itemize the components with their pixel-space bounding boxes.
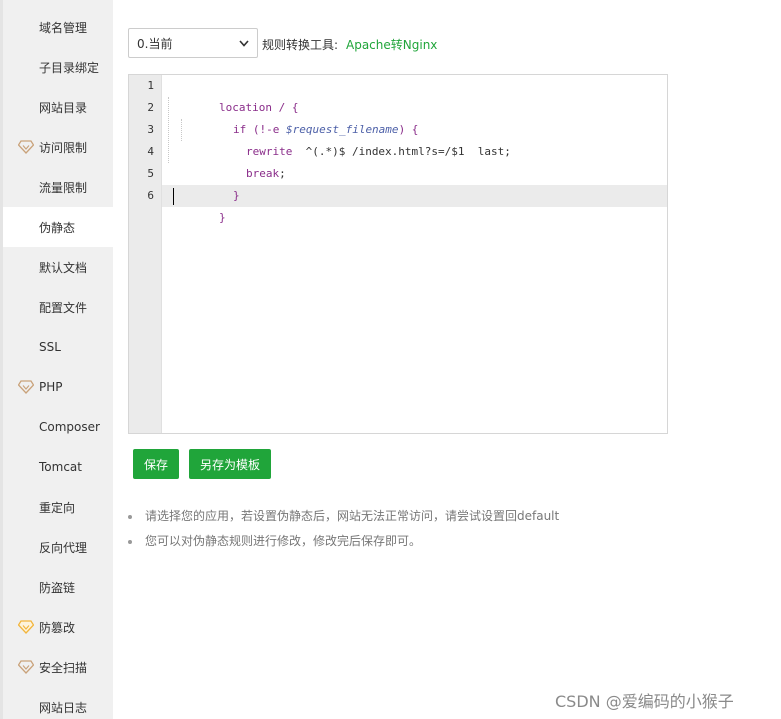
bullet-icon [128, 515, 132, 519]
tip-text: 您可以对伪静态规则进行修改，修改完后保存即可。 [145, 534, 422, 548]
code-token: ; [279, 167, 286, 180]
rewrite-code-editor[interactable]: 1 2 3 4 5 6 location / { if (!-e $reques… [128, 74, 668, 434]
code-token: } [232, 189, 240, 202]
vip-diamond-icon [18, 660, 34, 674]
sidebar-item-config-file[interactable]: 配置文件 [3, 287, 113, 327]
sidebar-item-label: 网站日志 [39, 700, 88, 715]
sidebar-item-label: 防盗链 [39, 580, 76, 595]
code-token: break [245, 167, 280, 180]
sidebar-item-access-limit[interactable]: 访问限制 [3, 127, 113, 167]
chevron-down-icon [239, 40, 249, 47]
sidebar-item-composer[interactable]: Composer [3, 407, 113, 447]
code-line: break; [193, 141, 286, 180]
sidebar-item-label: SSL [39, 340, 61, 354]
rewrite-version-select[interactable]: 0.当前 [128, 28, 258, 58]
sidebar-item-php[interactable]: PHP [3, 367, 113, 407]
code-line: if (!-e $request_filename) { [180, 97, 418, 136]
line-number: 6 [147, 189, 154, 202]
text-cursor [173, 188, 174, 205]
code-line: } [180, 163, 240, 202]
list-item: 您可以对伪静态规则进行修改，修改完后保存即可。 [128, 533, 559, 558]
sidebar-item-redirect[interactable]: 重定向 [3, 487, 113, 527]
line-number: 1 [147, 79, 154, 92]
save-as-template-button[interactable]: 另存为模板 [189, 449, 271, 479]
sidebar-item-subdirectory-binding[interactable]: 子目录绑定 [3, 47, 113, 87]
sidebar-item-label: 默认文档 [39, 260, 88, 275]
site-settings-sidebar: 域名管理 子目录绑定 网站目录 访问限制 流量限制 伪静态 默认文档 配置文件 … [3, 0, 113, 719]
sidebar-item-tomcat[interactable]: Tomcat [3, 447, 113, 487]
code-token: } [218, 211, 226, 224]
sidebar-item-label: 访问限制 [39, 140, 88, 155]
sidebar-item-label: 网站目录 [39, 100, 88, 115]
sidebar-item-label: 反向代理 [39, 540, 88, 555]
sidebar-item-label: 安全扫描 [39, 660, 88, 675]
line-number: 4 [147, 145, 154, 158]
sidebar-item-label: 防篡改 [39, 620, 76, 635]
code-token: ^(.*)$ /index.html?s=/$1 last; [292, 145, 511, 158]
csdn-watermark: CSDN @爱编码的小猴子 [555, 692, 734, 711]
rewrite-panel: 0.当前 规则转换工具: Apache转Nginx 1 2 3 4 5 6 lo… [113, 0, 781, 719]
sidebar-item-ssl[interactable]: SSL [3, 327, 113, 367]
apache-to-nginx-link[interactable]: Apache转Nginx [346, 36, 437, 53]
sidebar-item-label: Composer [39, 420, 100, 434]
bullet-icon [128, 540, 132, 544]
sidebar-item-label: 子目录绑定 [39, 60, 100, 75]
sidebar-item-label: 域名管理 [39, 20, 88, 35]
vip-diamond-icon [18, 140, 34, 154]
sidebar-item-hotlink-protection[interactable]: 防盗链 [3, 567, 113, 607]
sidebar-item-label: 重定向 [39, 500, 76, 515]
sidebar-item-site-log[interactable]: 网站日志 [3, 687, 113, 719]
code-line: location / { [166, 75, 298, 114]
sidebar-item-reverse-proxy[interactable]: 反向代理 [3, 527, 113, 567]
save-button[interactable]: 保存 [133, 449, 179, 479]
sidebar-item-traffic-limit[interactable]: 流量限制 [3, 167, 113, 207]
line-number: 2 [147, 101, 154, 114]
pro-diamond-icon [18, 620, 34, 634]
sidebar-item-rewrite[interactable]: 伪静态 [3, 207, 113, 247]
code-line: rewrite ^(.*)$ /index.html?s=/$1 last; [193, 119, 511, 158]
vip-diamond-icon [18, 380, 34, 394]
code-line: } [166, 185, 226, 224]
tips-list: 请选择您的应用，若设置伪静态后，网站无法正常访问，请尝试设置回default 您… [128, 508, 559, 558]
sidebar-item-label: 流量限制 [39, 180, 88, 195]
rule-convert-label: 规则转换工具: [262, 38, 339, 52]
list-item: 请选择您的应用，若设置伪静态后，网站无法正常访问，请尝试设置回default [128, 508, 559, 533]
select-value: 0.当前 [137, 36, 173, 51]
line-number: 3 [147, 123, 154, 136]
tip-text: 请选择您的应用，若设置伪静态后，网站无法正常访问，请尝试设置回default [145, 509, 560, 523]
sidebar-item-security-scan[interactable]: 安全扫描 [3, 647, 113, 687]
sidebar-item-label: Tomcat [39, 460, 82, 474]
sidebar-item-site-directory[interactable]: 网站目录 [3, 87, 113, 127]
line-number-gutter: 1 2 3 4 5 6 [129, 75, 162, 433]
sidebar-item-domain[interactable]: 域名管理 [3, 7, 113, 47]
sidebar-item-tamper-protection[interactable]: 防篡改 [3, 607, 113, 647]
sidebar-item-label: 伪静态 [39, 220, 76, 235]
line-number: 5 [147, 167, 154, 180]
sidebar-item-default-document[interactable]: 默认文档 [3, 247, 113, 287]
sidebar-item-label: 配置文件 [39, 300, 88, 315]
sidebar-item-label: PHP [39, 380, 63, 394]
